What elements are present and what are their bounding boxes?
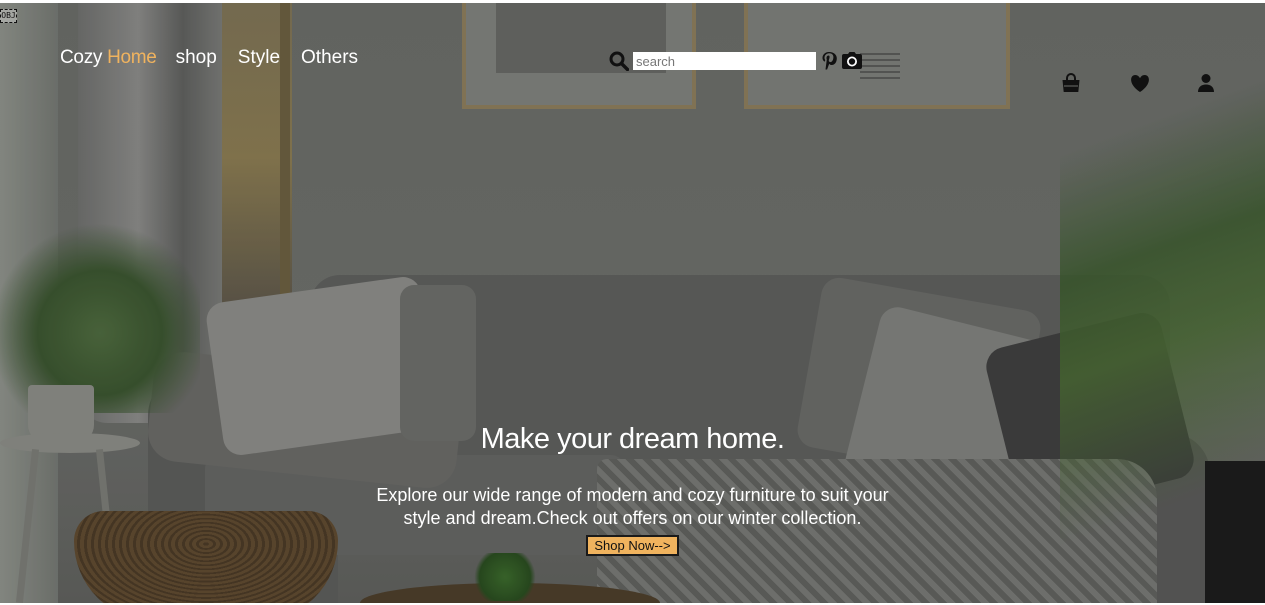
brand-name-first: Cozy bbox=[60, 47, 103, 68]
nav-link-others[interactable]: Others bbox=[301, 47, 358, 69]
header-actions bbox=[1060, 73, 1220, 95]
nav-link-style[interactable]: Style bbox=[238, 47, 280, 69]
search-bar bbox=[609, 51, 863, 71]
hero-title: Make your dream home. bbox=[480, 423, 785, 455]
brand-logo[interactable]: Cozy Home bbox=[60, 47, 157, 69]
nav-link-shop[interactable]: shop bbox=[176, 47, 217, 69]
social-links bbox=[821, 51, 863, 71]
hero-subtitle: Explore our wide range of modern and coz… bbox=[376, 485, 889, 528]
user-icon[interactable] bbox=[1197, 73, 1215, 98]
shop-now-button[interactable]: Shop Now--> bbox=[586, 535, 679, 556]
search-icon[interactable] bbox=[609, 51, 629, 71]
shopping-bag-icon[interactable] bbox=[1060, 73, 1082, 98]
main-nav: Cozy Home shop Style Others bbox=[60, 47, 379, 69]
broken-image-icon: OBJ bbox=[0, 9, 17, 23]
brand-name-second: Home bbox=[107, 47, 157, 68]
camera-icon[interactable] bbox=[841, 51, 863, 71]
heart-icon[interactable] bbox=[1129, 73, 1151, 98]
hero-section: OBJ Cozy Home shop Style Others search M… bbox=[0, 3, 1265, 603]
search-input[interactable] bbox=[633, 52, 816, 70]
pinterest-icon[interactable] bbox=[821, 51, 837, 71]
hero-content: Make your dream home. Explore our wide r… bbox=[0, 423, 1265, 556]
